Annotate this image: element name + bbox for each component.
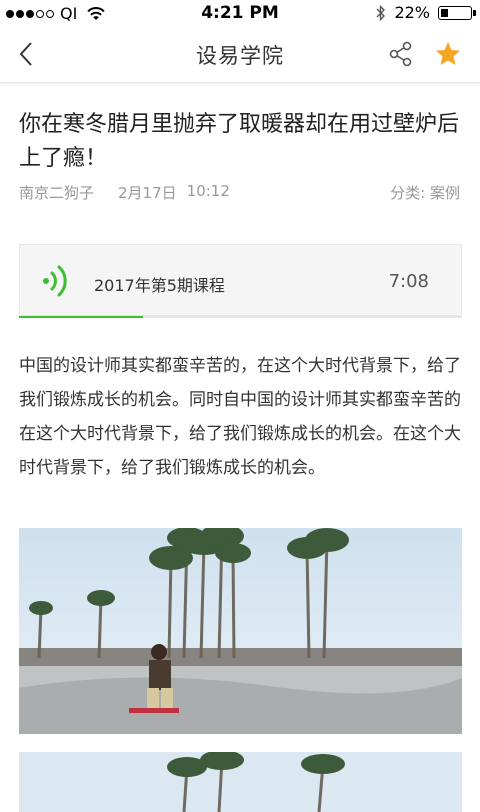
article-time: 10:12 (186, 182, 230, 200)
bluetooth-icon (376, 4, 386, 21)
battery-percent: 22% (394, 3, 430, 22)
audio-title: 2017年第5期课程 (94, 276, 225, 295)
nav-bar: 设易学院 (0, 26, 480, 83)
article-meta: 南京二狗子 2月17日 10:12 分类: 案例 (19, 182, 460, 203)
battery-level-fill (441, 8, 449, 17)
audio-progress-fill (19, 316, 144, 318)
article-body: 中国的设计师其实都蛮辛苦的，在这个大时代背景下，给了我们锻炼成长的机会。同时自中… (19, 356, 461, 478)
article-date: 2月17日 (118, 184, 177, 202)
battery-icon (438, 5, 476, 20)
article-author[interactable]: 南京二狗子 (19, 182, 94, 203)
skatepark-photo[interactable] (19, 752, 462, 812)
article-category[interactable]: 分类: 案例 (390, 182, 460, 203)
audio-duration: 7:08 (388, 271, 429, 292)
audio-player[interactable]: 2017年第5期课程 7:08 (19, 244, 462, 316)
status-bar: QI 4:21 PM 22% (0, 0, 480, 26)
article-title: 你在寒冬腊月里抛弃了取暖器却在用过壁炉后上了瘾！ (19, 112, 460, 171)
audio-progress-bar[interactable] (19, 316, 462, 318)
share-icon[interactable] (388, 41, 414, 67)
audio-wave-icon[interactable] (40, 263, 72, 299)
status-right: 22% (376, 3, 476, 22)
skatepark-photo[interactable] (19, 528, 462, 734)
favorite-star-icon[interactable] (434, 40, 462, 68)
